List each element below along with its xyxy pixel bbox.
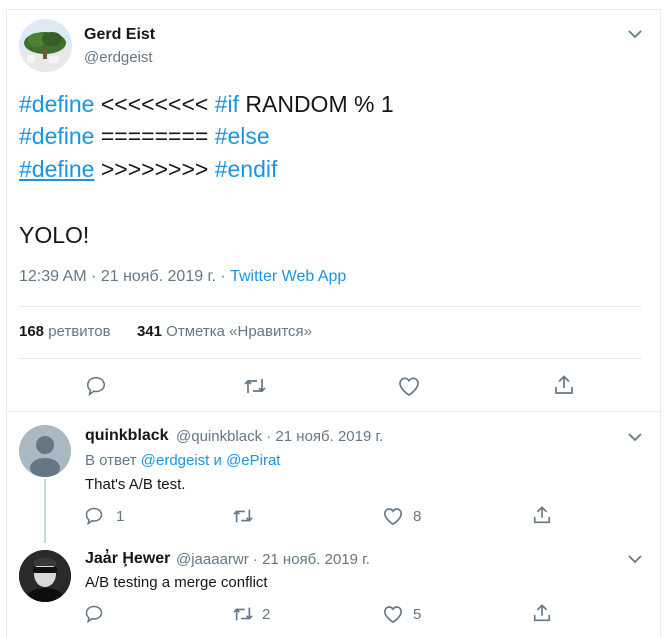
- heart-icon[interactable]: [382, 604, 404, 624]
- reply-text: A/B testing a merge conflict: [85, 574, 268, 591]
- like-count: 8: [413, 508, 422, 525]
- hashtag-define[interactable]: #define: [19, 156, 94, 182]
- mention-link[interactable]: @ePirat: [226, 452, 280, 469]
- reply-icon[interactable]: [84, 604, 104, 624]
- thread-line: [44, 479, 46, 543]
- replying-to: В ответ @erdgeist и @ePirat: [85, 452, 281, 469]
- tweet-line-1: #define <<<<<<<< #if RANDOM % 1: [19, 91, 394, 117]
- author-handle[interactable]: @erdgeist: [84, 49, 153, 66]
- tweet-line-2: #define ======== #else: [19, 123, 270, 149]
- reply-author-name[interactable]: Jaa̓r Ḩewer: [85, 550, 170, 568]
- tweet-source[interactable]: Twitter Web App: [230, 268, 346, 285]
- mention-link[interactable]: @erdgeist: [141, 452, 210, 469]
- tweet-text-yolo: YOLO!: [19, 222, 90, 248]
- hashtag-define[interactable]: #define: [19, 123, 94, 149]
- tweet-stats: 168 ретвитов 341 Отметка «Нравится»: [19, 323, 312, 340]
- author-avatar[interactable]: [19, 19, 72, 72]
- share-icon[interactable]: [532, 505, 552, 525]
- retweet-icon[interactable]: [243, 375, 267, 397]
- likes-label[interactable]: Отметка «Нравится»: [166, 323, 312, 340]
- hashtag-if[interactable]: #if: [215, 91, 239, 117]
- reply-text: That's A/B test.: [85, 476, 186, 493]
- tweet-line-3: #define >>>>>>>> #endif: [19, 156, 278, 182]
- reply-avatar[interactable]: [19, 550, 71, 602]
- chevron-down-icon[interactable]: [627, 431, 643, 443]
- divider: [19, 358, 642, 359]
- reply-author-handle[interactable]: @jaaaarwr · 21 нояб. 2019 г.: [176, 551, 370, 568]
- divider: [6, 411, 661, 412]
- tweet-timestamp[interactable]: 12:39 AM · 21 нояб. 2019 г. ·: [19, 268, 230, 285]
- like-count: 5: [413, 606, 422, 623]
- likes-count[interactable]: 341: [137, 323, 162, 340]
- chevron-down-icon[interactable]: [627, 28, 643, 40]
- retweet-count: 2: [262, 606, 271, 623]
- retweet-icon[interactable]: [232, 506, 254, 526]
- hashtag-else[interactable]: #else: [215, 123, 270, 149]
- reply-count: 1: [116, 508, 125, 525]
- chevron-down-icon[interactable]: [627, 553, 643, 565]
- retweets-label[interactable]: ретвитов: [48, 323, 110, 340]
- reply-avatar[interactable]: [19, 425, 71, 477]
- heart-icon[interactable]: [397, 375, 421, 397]
- divider: [19, 306, 642, 307]
- hashtag-endif[interactable]: #endif: [215, 156, 278, 182]
- retweet-icon[interactable]: [232, 604, 254, 624]
- share-icon[interactable]: [553, 374, 575, 396]
- retweets-count[interactable]: 168: [19, 323, 44, 340]
- share-icon[interactable]: [532, 603, 552, 623]
- reply-icon[interactable]: [85, 375, 107, 397]
- reply-icon[interactable]: [84, 506, 104, 526]
- reply-author-handle[interactable]: @quinkblack · 21 нояб. 2019 г.: [176, 428, 383, 445]
- tweet-meta: 12:39 AM · 21 нояб. 2019 г. · Twitter We…: [19, 268, 346, 286]
- hashtag-define[interactable]: #define: [19, 91, 94, 117]
- reply-author-name[interactable]: quinkblack: [85, 427, 169, 445]
- author-name[interactable]: Gerd Eist: [84, 26, 155, 44]
- heart-icon[interactable]: [382, 506, 404, 526]
